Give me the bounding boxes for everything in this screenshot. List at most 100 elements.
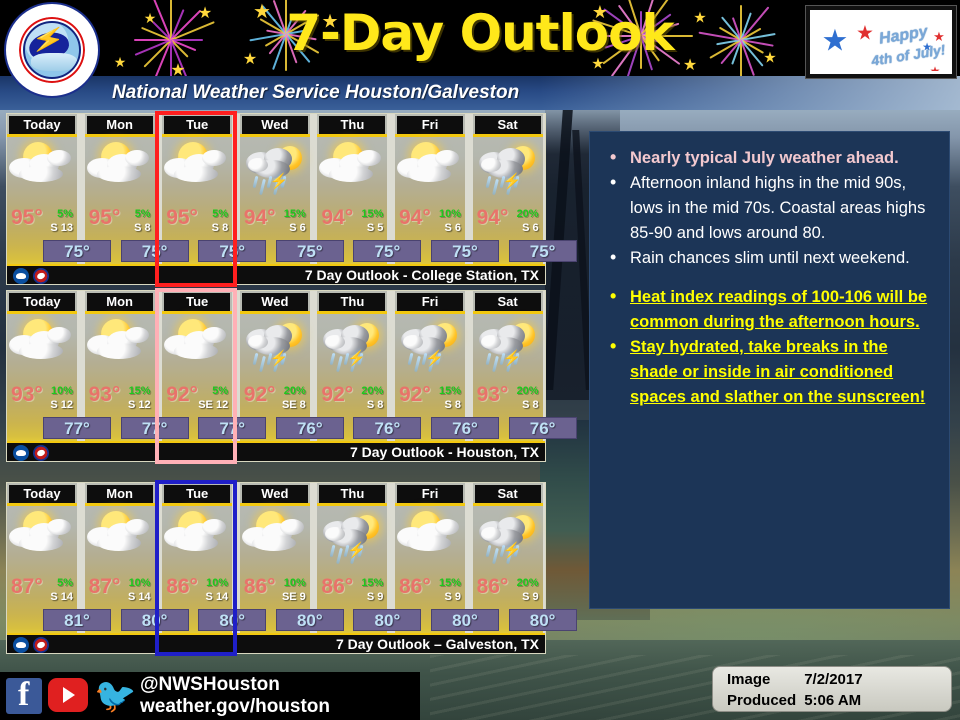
cloud-icon <box>435 519 459 535</box>
lightning-icon: ⚡ <box>270 174 289 189</box>
day-label: Sat <box>475 293 541 311</box>
lightning-icon: ⚡ <box>503 351 522 366</box>
weather-icon-wrap <box>7 140 77 202</box>
notes-bullet: Rain chances slim until next weekend. <box>602 246 939 271</box>
lightning-bolt-icon: ⚡ <box>29 21 67 58</box>
precip-probability: 15% <box>284 208 306 220</box>
day-label: Tue <box>164 485 230 503</box>
high-temperature: 93° <box>89 383 121 407</box>
happy-fourth-of-july-graphic: Happy 4th of July! <box>806 6 956 78</box>
high-temperature: 95° <box>166 206 198 230</box>
wind-speed: S 13 <box>50 222 73 234</box>
cloud-icon <box>125 150 149 166</box>
raindrop-icon <box>259 179 266 195</box>
weather-icon-wrap: ⚡ <box>317 509 387 571</box>
cloud-icon <box>97 535 141 551</box>
weather-icon-wrap <box>7 317 77 379</box>
precip-probability: 15% <box>129 385 151 397</box>
storm-with-sun-icon: ⚡ <box>473 509 543 571</box>
weather-icon-wrap <box>85 509 155 571</box>
cloud-icon <box>47 327 71 343</box>
cloud-icon <box>280 519 304 535</box>
high-temperature: 95° <box>11 206 43 230</box>
raindrop-icon <box>408 353 414 365</box>
day-label: Tue <box>164 116 230 134</box>
notes-bullet-list: Nearly typical July weather ahead.Aftern… <box>590 146 949 410</box>
low-temperature: 80° <box>121 609 189 631</box>
low-temperature: 77° <box>121 417 189 439</box>
sun-behind-cloud-icon <box>7 509 77 571</box>
cloud-icon <box>19 343 63 359</box>
cloud-icon <box>202 150 226 166</box>
wind-speed: S 8 <box>522 399 539 411</box>
high-temperature: 94° <box>399 206 431 230</box>
storm-with-sun-icon: ⚡ <box>240 140 310 202</box>
notes-bullet: Nearly typical July weather ahead. <box>602 146 939 171</box>
youtube-icon[interactable] <box>48 678 88 712</box>
cloud-icon <box>357 150 381 166</box>
cloud-icon <box>19 535 63 551</box>
sun-behind-cloud-icon <box>85 317 155 379</box>
low-temperature: 75° <box>431 240 499 262</box>
raindrop-icon <box>492 356 499 372</box>
facebook-icon[interactable] <box>6 678 42 714</box>
high-temperature: 93° <box>11 383 43 407</box>
precip-probability: 15% <box>361 577 383 589</box>
cloud-icon <box>202 519 226 535</box>
high-temperature: 92° <box>399 383 431 407</box>
raindrop-icon <box>330 545 336 557</box>
cloud-icon <box>174 166 218 182</box>
weather-icon-wrap <box>162 140 232 202</box>
lightning-icon: ⚡ <box>425 351 444 366</box>
day-label: Sat <box>475 116 541 134</box>
wind-speed: S 14 <box>206 591 229 603</box>
day-label: Wed <box>242 293 308 311</box>
weather-icon-wrap <box>85 140 155 202</box>
social-handle: @NWSHouston <box>140 674 280 696</box>
forecast-panel: Today 93° 10% S 12 Mon 93° 15% S 12 Tue 92° 5% SE 1… <box>6 290 546 462</box>
low-temperature: 76° <box>353 417 421 439</box>
low-temperature: 80° <box>276 609 344 631</box>
precip-probability: 20% <box>284 385 306 397</box>
day-label: Sat <box>475 485 541 503</box>
cloud-icon <box>329 166 373 182</box>
precip-probability: 15% <box>439 385 461 397</box>
weather-icon-wrap <box>7 509 77 571</box>
low-temperature: 76° <box>509 417 577 439</box>
cloud-icon <box>47 150 71 166</box>
weather-icon-wrap <box>395 509 465 571</box>
wind-speed: S 6 <box>522 222 539 234</box>
low-temperature: 76° <box>431 417 499 439</box>
weather-icon-wrap <box>317 140 387 202</box>
raindrop-icon <box>492 548 499 564</box>
stamp-date: 7/2/2017 <box>800 669 866 690</box>
nws-logo-icon <box>33 268 49 284</box>
image-produced-stamp: Image 7/2/2017 Produced 5:06 AM <box>712 666 952 712</box>
nws-seal-icon: ⚡ <box>4 2 100 98</box>
low-temperature-row: 75° 75° 75° 75° 75° 75° 75° <box>7 240 547 264</box>
notes-spacer <box>590 271 949 285</box>
sun-behind-cloud-icon <box>162 140 232 202</box>
forecast-columns: Today 93° 10% S 12 Mon 93° 15% S 12 Tue 92° 5% SE 1… <box>7 291 545 441</box>
day-label: Mon <box>87 116 153 134</box>
website-url[interactable]: weather.gov/houston <box>140 696 330 718</box>
noaa-logo-icon <box>13 637 29 653</box>
weather-icon-wrap <box>240 509 310 571</box>
stamp-label-2: Produced <box>723 690 800 711</box>
precip-probability: 5% <box>212 385 228 397</box>
day-label: Wed <box>242 485 308 503</box>
high-temperature: 94° <box>321 206 353 230</box>
precip-probability: 20% <box>361 385 383 397</box>
forecast-notes-box: Nearly typical July weather ahead.Aftern… <box>589 131 950 609</box>
storm-with-sun-icon: ⚡ <box>395 317 465 379</box>
wind-speed: S 6 <box>444 222 461 234</box>
cloud-icon <box>248 158 268 172</box>
storm-with-sun-icon: ⚡ <box>317 317 387 379</box>
cloud-icon <box>125 327 149 343</box>
twitter-icon[interactable]: 🐦 <box>94 680 134 712</box>
wind-speed: S 8 <box>367 399 384 411</box>
lightning-icon: ⚡ <box>503 543 522 558</box>
low-temperature-row: 77° 77° 77° 76° 76° 76° 76° <box>7 417 547 441</box>
day-label: Fri <box>397 485 463 503</box>
raindrop-icon <box>492 179 499 195</box>
